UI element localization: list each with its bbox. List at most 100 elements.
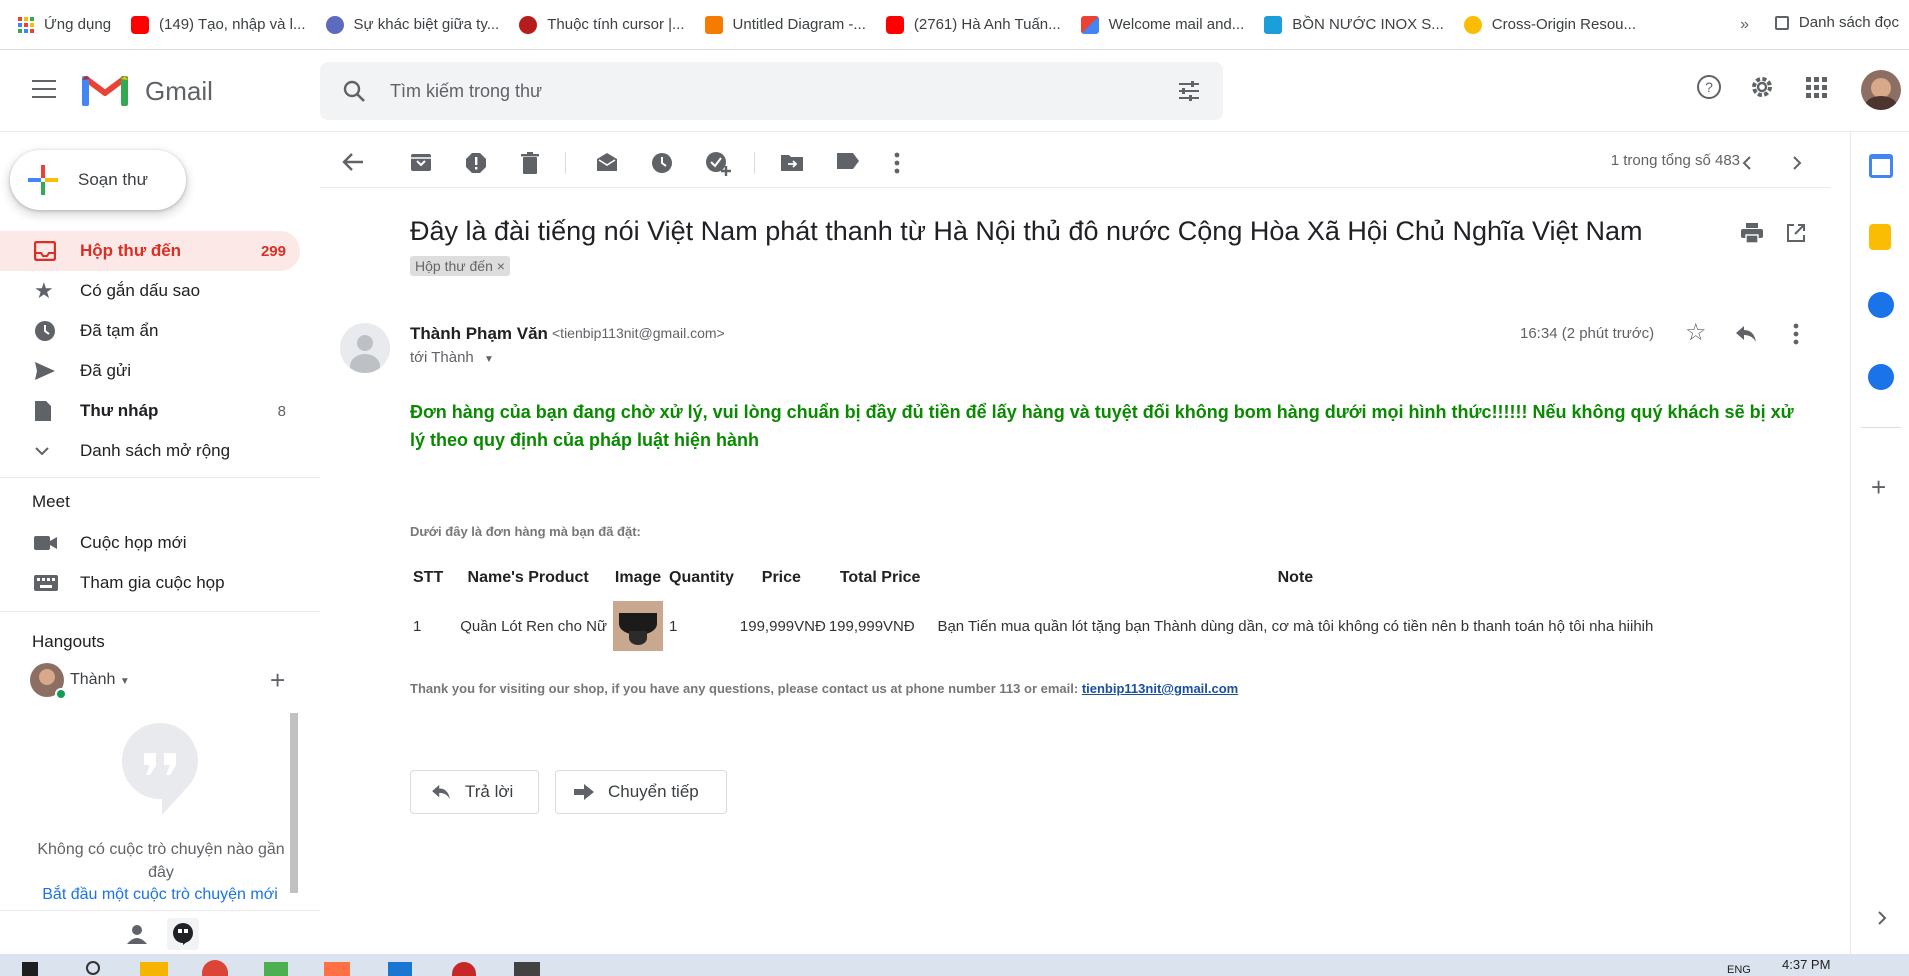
forward-label: Chuyển tiếp — [608, 782, 699, 801]
hangouts-tab[interactable] — [167, 918, 199, 950]
product-image[interactable] — [613, 601, 664, 651]
column-header: Note — [1277, 569, 1314, 586]
snooze-clock-icon[interactable] — [651, 152, 673, 174]
bookmark-label: BỒN NƯỚC INOX S... — [1292, 16, 1444, 33]
reading-list-button[interactable]: Danh sách đọc — [1774, 14, 1899, 31]
hangouts-heading: Hangouts — [32, 632, 105, 651]
chevron-right-icon[interactable] — [1792, 155, 1802, 171]
sender-avatar — [340, 323, 390, 373]
chrome-icon[interactable] — [202, 960, 228, 976]
thank-you-text: Thank you for visiting our shop, if you … — [410, 681, 1238, 696]
bookmark-item[interactable]: Sự khác biệt giữa ty... — [325, 15, 499, 34]
nav-inbox[interactable]: Hộp thư đến 299 — [0, 231, 300, 271]
clapper-icon[interactable] — [514, 962, 540, 976]
nav-label: Có gắn dấu sao — [80, 281, 201, 300]
draft-count: 8 — [277, 402, 286, 420]
compose-button[interactable]: Soạn thư — [10, 150, 186, 210]
search-options-icon[interactable] — [1177, 80, 1201, 102]
bookmark-item[interactable]: Cross-Origin Resou... — [1463, 15, 1636, 34]
new-chat-plus-icon[interactable]: + — [270, 665, 285, 696]
star-outline-icon[interactable]: ☆ — [1685, 318, 1707, 347]
file-explorer-icon[interactable] — [140, 962, 168, 976]
cell-quantity: 1 — [669, 617, 678, 635]
tasks-icon[interactable] — [1868, 292, 1894, 318]
search-icon[interactable] — [342, 79, 366, 103]
bookmark-item[interactable]: Thuộc tính cursor |... — [519, 15, 685, 34]
windows-start-icon[interactable] — [22, 962, 38, 976]
nav-drafts[interactable]: Thư nháp 8 — [0, 391, 300, 431]
bookmark-apps[interactable]: Ứng dụng — [18, 16, 111, 33]
search-bar[interactable] — [320, 62, 1223, 120]
column-header: Image — [614, 569, 662, 586]
unread-count: 299 — [260, 242, 286, 260]
more-vert-icon[interactable] — [1793, 323, 1799, 345]
nav-label: Danh sách mở rộng — [80, 441, 231, 460]
main-menu-icon[interactable] — [32, 80, 56, 100]
keyboard-icon — [34, 575, 58, 591]
label-tag-icon[interactable] — [836, 152, 860, 170]
chevron-right-icon[interactable] — [1877, 910, 1887, 926]
vscode-icon[interactable] — [388, 962, 412, 976]
inbox-label-chip[interactable]: Hộp thư đến × — [410, 256, 510, 276]
table-header-row: STT Name's Product Image Quantity Price … — [410, 565, 1656, 597]
send-icon — [35, 362, 55, 380]
hangouts-quote-icon — [173, 923, 193, 945]
bookmark-item[interactable]: (149) Tạo, nhập và l... — [131, 15, 306, 34]
sidebar-scrollbar[interactable] — [290, 713, 298, 893]
archive-icon[interactable] — [410, 152, 432, 172]
chevron-left-icon[interactable] — [1742, 155, 1752, 171]
diagram-icon — [704, 15, 723, 34]
nav-sent[interactable]: Đã gửi — [0, 351, 300, 391]
hangouts-user-menu[interactable]: Thành ▼ — [70, 671, 130, 689]
delete-trash-icon[interactable] — [520, 152, 540, 174]
search-input[interactable] — [390, 62, 1090, 120]
order-intro-text: Dưới đây là đơn hàng mà bạn đã đặt: — [410, 524, 641, 539]
meet-new-meeting[interactable]: Cuộc họp mới — [0, 523, 300, 563]
back-arrow-icon[interactable] — [342, 152, 364, 172]
mark-unread-icon[interactable] — [596, 152, 618, 172]
contacts-icon[interactable] — [1868, 364, 1894, 390]
print-icon[interactable] — [1741, 223, 1763, 243]
more-vert-icon[interactable] — [894, 152, 900, 174]
app-icon[interactable] — [264, 962, 288, 976]
nav-starred[interactable]: ★ Có gắn dấu sao — [0, 271, 300, 311]
report-spam-icon[interactable] — [465, 152, 487, 174]
add-task-icon[interactable] — [706, 152, 732, 176]
reply-arrow-icon[interactable] — [1735, 325, 1757, 343]
move-to-icon[interactable] — [780, 152, 804, 172]
help-icon[interactable]: ? — [1696, 74, 1722, 100]
recipient-details[interactable]: tới Thành ▼ — [410, 349, 494, 366]
bookmark-item[interactable]: BỒN NƯỚC INOX S... — [1264, 15, 1444, 34]
reply-button[interactable]: Trả lời — [410, 770, 539, 814]
bookmarks-overflow-button[interactable]: » — [1740, 16, 1749, 34]
keep-icon[interactable] — [1869, 224, 1891, 250]
start-chat-link[interactable]: Bắt đầu một cuộc trò chuyện mới — [0, 886, 320, 904]
recorder-icon[interactable] — [452, 962, 476, 976]
clock-time[interactable]: 4:37 PM — [1782, 957, 1830, 972]
youtube-icon — [131, 15, 150, 34]
quote-bubble-icon — [122, 723, 198, 815]
online-status-dot — [55, 688, 67, 700]
os-taskbar: ENG 4:37 PM — [0, 954, 1909, 976]
calendar-icon[interactable] — [1869, 154, 1893, 178]
add-addon-plus-icon[interactable]: + — [1871, 472, 1886, 503]
google-apps-icon[interactable] — [1806, 77, 1828, 99]
search-icon[interactable] — [86, 961, 100, 975]
forward-button[interactable]: Chuyển tiếp — [555, 770, 727, 814]
account-avatar[interactable] — [1861, 70, 1901, 110]
meet-join-meeting[interactable]: Tham gia cuộc họp — [0, 563, 300, 603]
apps-grid-icon — [18, 16, 34, 33]
open-new-window-icon[interactable] — [1786, 223, 1806, 243]
reply-label: Trả lời — [465, 782, 514, 801]
bookmark-item[interactable]: Welcome mail and... — [1080, 15, 1244, 34]
reading-list-icon — [1774, 15, 1789, 30]
contacts-person-icon[interactable] — [127, 924, 147, 944]
nav-more[interactable]: Danh sách mở rộng — [0, 431, 300, 471]
language-indicator[interactable]: ENG — [1727, 964, 1751, 976]
nav-snoozed[interactable]: Đã tạm ẩn — [0, 311, 300, 351]
bookmark-item[interactable]: Untitled Diagram -... — [704, 15, 866, 34]
contact-email-link[interactable]: tienbip113nit@gmail.com — [1082, 681, 1238, 696]
bookmark-item[interactable]: (2761) Hà Anh Tuấn... — [885, 15, 1061, 34]
settings-gear-icon[interactable] — [1749, 74, 1775, 100]
app-icon[interactable] — [324, 962, 350, 976]
